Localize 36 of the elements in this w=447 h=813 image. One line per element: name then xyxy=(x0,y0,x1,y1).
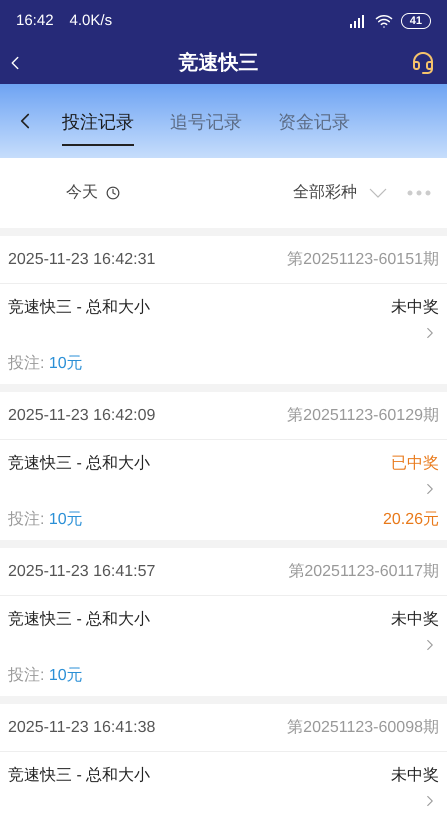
network-speed: 4.0K/s xyxy=(70,10,112,31)
record-card[interactable]: 2025-11-23 16:42:09 第20251123-60129期 竞速快三 - 总和大小 已中奖 投注: 10元 20.26元 xyxy=(0,392,447,540)
game-name: 竞速快三 - 总和大小 xyxy=(8,454,150,474)
result-status: 未中奖 xyxy=(391,298,439,318)
wifi-icon xyxy=(374,12,393,30)
game-name: 竞速快三 - 总和大小 xyxy=(8,610,150,630)
signal-icon xyxy=(348,13,367,29)
record-time: 2025-11-23 16:42:31 xyxy=(8,250,156,270)
headset-icon[interactable] xyxy=(411,51,435,75)
dropdown-icon xyxy=(369,188,387,198)
result-status: 已中奖 xyxy=(391,454,439,474)
game-name: 竞速快三 - 总和大小 xyxy=(8,766,150,786)
date-filter[interactable]: 今天 xyxy=(66,181,120,205)
issue-number: 第20251123-60151期 xyxy=(287,250,439,270)
result-status: 未中奖 xyxy=(391,610,439,630)
record-card[interactable]: 2025-11-23 16:41:57 第20251123-60117期 竞速快三 - 总和大小 未中奖 投注: 10元 xyxy=(0,548,447,696)
bet-amount: 投注: 10元 xyxy=(8,354,83,374)
record-time: 2025-11-23 16:41:38 xyxy=(8,718,156,738)
clock-icon xyxy=(106,186,120,200)
bet-amount: 投注: 10元 xyxy=(8,666,83,686)
record-time: 2025-11-23 16:42:09 xyxy=(8,406,156,426)
bet-amount: 投注: 10元 xyxy=(8,510,83,530)
issue-number: 第20251123-60117期 xyxy=(288,562,439,582)
issue-number: 第20251123-60098期 xyxy=(287,718,439,738)
result-status: 未中奖 xyxy=(391,766,439,786)
record-time: 2025-11-23 16:41:57 xyxy=(8,562,156,582)
page-title: 竞速快三 xyxy=(178,50,260,76)
issue-number: 第20251123-60129期 xyxy=(287,406,439,426)
prize-amount: 20.26元 xyxy=(382,510,439,530)
battery-indicator: 41 xyxy=(400,13,431,29)
game-name: 竞速快三 - 总和大小 xyxy=(8,298,150,318)
lottery-filter[interactable]: 全部彩种 xyxy=(293,181,387,205)
tab[interactable]: 投注记录 xyxy=(62,96,134,146)
status-time: 16:42 xyxy=(16,10,54,31)
record-card[interactable]: 2025-11-23 16:42:31 第20251123-60151期 竞速快三 - 总和大小 未中奖 投注: 10元 xyxy=(0,236,447,384)
record-card[interactable]: 2025-11-23 16:41:38 第20251123-60098期 竞速快三 - 总和大小 未中奖 xyxy=(0,704,447,813)
